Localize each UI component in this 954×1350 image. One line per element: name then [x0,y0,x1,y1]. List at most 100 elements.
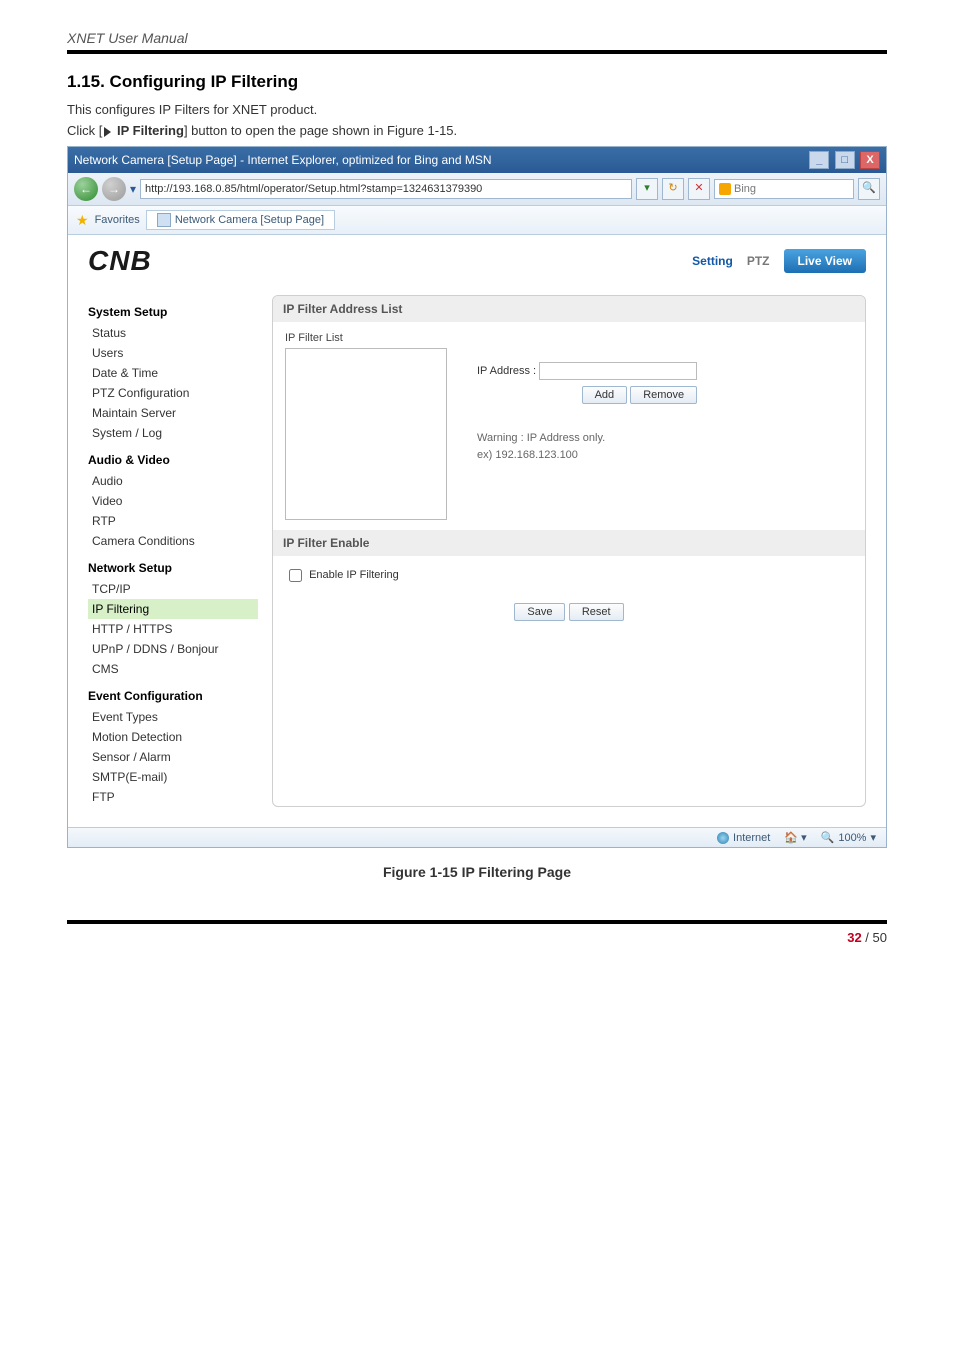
section-number: 1.15. [67,72,105,91]
page-total: 50 [873,930,887,945]
filter-left: IP Filter List [285,332,447,520]
panel-sec1-body: IP Filter List IP Address : Add [273,322,865,530]
favorites-bar: ★ Favorites Network Camera [Setup Page] [68,206,886,235]
search-placeholder: Bing [734,183,756,195]
sidebar-group-network: Network Setup [88,561,258,575]
page-icon [157,213,171,227]
sidebar-item-sensor[interactable]: Sensor / Alarm [88,747,258,767]
warn-line2: ex) 192.168.123.100 [477,449,578,461]
search-box[interactable]: Bing [714,179,854,199]
click-prefix: Click [ [67,123,102,138]
sidebar-item-rtp[interactable]: RTP [88,511,258,531]
enable-ip-filtering-row[interactable]: Enable IP Filtering [285,569,399,581]
sidebar-item-audio[interactable]: Audio [88,471,258,491]
filter-right: IP Address : Add Remove Warning : IP Add… [477,332,697,520]
sidebar-item-motion[interactable]: Motion Detection [88,727,258,747]
favorites-label: Favorites [95,214,140,226]
search-button[interactable]: 🔍 [858,178,880,200]
refresh-button[interactable]: ↻ [662,178,684,200]
stop-button[interactable]: ✕ [688,178,710,200]
go-button[interactable]: ▾ [636,178,658,200]
main-columns: System Setup Status Users Date & Time PT… [88,295,866,807]
nav-ptz[interactable]: PTZ [747,254,770,268]
sidebar-item-video[interactable]: Video [88,491,258,511]
save-button[interactable]: Save [514,603,565,621]
add-button[interactable]: Add [582,386,628,404]
tab-label: Network Camera [Setup Page] [175,214,324,226]
nav-live-view[interactable]: Live View [784,249,866,273]
sidebar-item-users[interactable]: Users [88,343,258,363]
sidebar-group-event: Event Configuration [88,689,258,703]
sidebar-group-system: System Setup [88,305,258,319]
sidebar-item-smtp[interactable]: SMTP(E-mail) [88,767,258,787]
sidebar-item-datetime[interactable]: Date & Time [88,363,258,383]
window-controls: _ □ X [807,151,880,169]
forward-button[interactable]: → [102,177,126,201]
logo: CNB [88,245,152,277]
favorites-star-icon[interactable]: ★ [76,212,89,229]
status-zoom-label: 100% [838,832,866,844]
section-title: Configuring IP Filtering [110,72,299,91]
sidebar: System Setup Status Users Date & Time PT… [88,295,258,807]
warn-line1: Warning : IP Address only. [477,432,605,444]
triangle-icon [104,127,111,137]
click-bold: IP Filtering [113,123,184,138]
panel-sec2-title: IP Filter Enable [273,530,865,556]
settings-panel: IP Filter Address List IP Filter List IP… [272,295,866,807]
reset-button[interactable]: Reset [569,603,624,621]
sidebar-item-upnp[interactable]: UPnP / DDNS / Bonjour [88,639,258,659]
nav-setting[interactable]: Setting [692,254,733,268]
page-sep: / [862,930,873,945]
dropdown-icon[interactable]: ▾ [130,182,136,196]
sidebar-item-maintain[interactable]: Maintain Server [88,403,258,423]
panel-sec2-body: Enable IP Filtering [273,556,865,595]
page-content: CNB Setting PTZ Live View System Setup S… [68,235,886,827]
close-button[interactable]: X [860,151,880,169]
status-zone: Internet [717,832,770,844]
browser-tab[interactable]: Network Camera [Setup Page] [146,210,335,230]
globe-icon [717,832,729,844]
footer-rule [67,920,887,924]
section-heading: 1.15. Configuring IP Filtering [67,72,887,92]
ip-filter-list-label: IP Filter List [285,332,447,344]
minimize-button[interactable]: _ [809,151,829,169]
sidebar-item-status[interactable]: Status [88,323,258,343]
sidebar-item-ftp[interactable]: FTP [88,787,258,807]
address-bar-row: ← → ▾ http://193.168.0.85/html/operator/… [68,173,886,206]
window-titlebar: Network Camera [Setup Page] - Internet E… [68,147,886,173]
panel-sec1-title: IP Filter Address List [273,296,865,322]
sidebar-item-cms[interactable]: CMS [88,659,258,679]
sidebar-item-camera[interactable]: Camera Conditions [88,531,258,551]
status-bar: Internet 🏠 ▾ 🔍 100% ▾ [68,827,886,847]
window-title: Network Camera [Setup Page] - Internet E… [74,153,492,167]
enable-ip-filtering-label: Enable IP Filtering [309,569,399,581]
status-zoom[interactable]: 🔍 100% ▾ [821,831,876,844]
header-rule [67,50,887,54]
running-header: XNET User Manual [67,30,887,46]
bing-icon [719,183,731,195]
click-instruction: Click [ IP Filtering] button to open the… [67,123,887,138]
sidebar-item-ipfiltering[interactable]: IP Filtering [88,599,258,619]
back-button[interactable]: ← [74,177,98,201]
page-current: 32 [847,930,861,945]
sidebar-item-tcpip[interactable]: TCP/IP [88,579,258,599]
intro-text: This configures IP Filters for XNET prod… [67,102,887,117]
ip-address-input[interactable] [539,362,697,380]
top-nav: CNB Setting PTZ Live View [88,245,866,277]
browser-window: Network Camera [Setup Page] - Internet E… [67,146,887,848]
sidebar-item-ptzconfig[interactable]: PTZ Configuration [88,383,258,403]
remove-button[interactable]: Remove [630,386,697,404]
status-zone-label: Internet [733,832,770,844]
warning-text: Warning : IP Address only. ex) 192.168.1… [477,430,697,463]
sidebar-item-systemlog[interactable]: System / Log [88,423,258,443]
figure-caption: Figure 1-15 IP Filtering Page [67,864,887,880]
address-input[interactable]: http://193.168.0.85/html/operator/Setup.… [140,179,632,199]
status-protected-mode[interactable]: 🏠 ▾ [784,831,806,844]
sidebar-item-eventtypes[interactable]: Event Types [88,707,258,727]
sidebar-item-http[interactable]: HTTP / HTTPS [88,619,258,639]
maximize-button[interactable]: □ [835,151,855,169]
ip-filter-listbox[interactable] [285,348,447,520]
click-suffix: ] button to open the page shown in Figur… [184,123,457,138]
enable-ip-filtering-checkbox[interactable] [289,569,302,582]
ip-address-label: IP Address : [477,365,536,377]
